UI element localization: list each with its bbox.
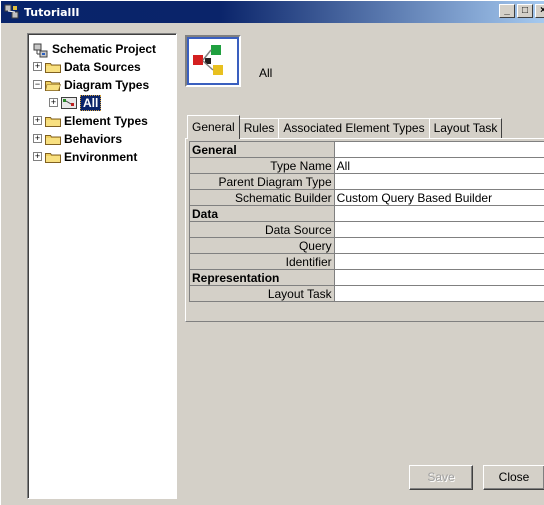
grid-row-query[interactable]: Query: [189, 237, 544, 254]
grid-section-row: Data: [189, 205, 544, 222]
property-key: Type Name: [189, 157, 335, 174]
main-window: TutorialII _ □ × Schematic Project + Dat…: [0, 0, 544, 505]
property-key: Layout Task: [189, 285, 335, 302]
tree-item-environment[interactable]: + Environment: [33, 148, 137, 165]
tree-item-diagram-types[interactable]: − Diagram Types: [33, 76, 149, 93]
section-header-data: Data: [189, 205, 335, 222]
expand-icon[interactable]: +: [33, 62, 42, 71]
tree-item-label: Environment: [64, 149, 138, 164]
folder-icon: [45, 134, 61, 145]
property-key: Data Source: [189, 221, 335, 238]
expand-icon[interactable]: +: [33, 152, 42, 161]
grid-row-layout-task[interactable]: Layout Task: [189, 285, 544, 302]
window-controls: _ □ ×: [499, 4, 544, 18]
open-folder-icon: [45, 80, 61, 91]
property-value-data-source[interactable]: [333, 221, 544, 238]
project-tree[interactable]: Schematic Project + Data Sources − Diagr…: [27, 33, 177, 499]
folder-icon: [45, 116, 61, 127]
property-tabs: General Rules Associated Element Types L…: [187, 115, 503, 139]
grid-row-identifier[interactable]: Identifier: [189, 253, 544, 270]
selected-type-name: All: [259, 66, 273, 80]
property-key: Schematic Builder: [189, 189, 335, 206]
property-value-identifier[interactable]: [333, 253, 544, 270]
tab-general[interactable]: General: [187, 115, 240, 139]
tab-content-general: General Type Name All Parent Diagram Typ…: [185, 138, 544, 322]
close-button[interactable]: Close: [483, 465, 544, 490]
property-value-parent-diagram-type[interactable]: [333, 173, 544, 190]
section-value-cell: [333, 141, 544, 158]
minimize-button[interactable]: _: [499, 4, 515, 18]
title-bar[interactable]: TutorialII _ □ ×: [1, 1, 544, 23]
tab-layout-task[interactable]: Layout Task: [428, 118, 503, 139]
tree-item-all[interactable]: + All: [49, 94, 102, 111]
section-header-representation: Representation: [189, 269, 335, 286]
section-value-cell: [333, 205, 544, 222]
grid-row-type-name[interactable]: Type Name All: [189, 157, 544, 174]
diagram-type-large-icon: [185, 35, 241, 87]
tree-item-data-sources[interactable]: + Data Sources: [33, 58, 141, 75]
grid-section-row: Representation: [189, 269, 544, 286]
close-window-button[interactable]: ×: [535, 4, 544, 18]
property-value-query[interactable]: [333, 237, 544, 254]
folder-icon: [45, 152, 61, 163]
diagram-type-icon: [61, 96, 77, 109]
folder-icon: [45, 62, 61, 73]
grid-section-row: General: [189, 141, 544, 158]
property-value-layout-task[interactable]: [333, 285, 544, 302]
tree-item-element-types[interactable]: + Element Types: [33, 112, 148, 129]
grid-row-data-source[interactable]: Data Source: [189, 221, 544, 238]
app-icon: [4, 4, 20, 20]
tree-item-label-selected: All: [80, 94, 102, 111]
tree-item-label: Behaviors: [64, 131, 123, 146]
tree-item-label: Element Types: [64, 113, 148, 128]
grid-row-schematic-builder[interactable]: Schematic Builder Custom Query Based Bui…: [189, 189, 544, 206]
tree-item-label: Data Sources: [64, 59, 141, 74]
property-key: Parent Diagram Type: [189, 173, 335, 190]
tree-item-label: Diagram Types: [64, 77, 150, 92]
expand-icon[interactable]: +: [33, 134, 42, 143]
section-header-general: General: [189, 141, 335, 158]
section-value-cell: [333, 269, 544, 286]
project-icon: [33, 43, 49, 57]
tab-associated-element-types[interactable]: Associated Element Types: [278, 118, 430, 139]
property-value-schematic-builder[interactable]: Custom Query Based Builder: [333, 189, 544, 206]
tree-root-schematic-project[interactable]: Schematic Project: [33, 40, 156, 57]
save-button[interactable]: Save: [409, 465, 473, 490]
properties-panel: All General Rules Associated Element Typ…: [185, 33, 544, 499]
expand-icon[interactable]: +: [49, 98, 58, 107]
tree-item-behaviors[interactable]: + Behaviors: [33, 130, 122, 147]
property-grid: General Type Name All Parent Diagram Typ…: [189, 141, 544, 302]
maximize-button[interactable]: □: [517, 4, 533, 18]
property-key: Query: [189, 237, 335, 254]
tree-root-label: Schematic Project: [52, 41, 157, 56]
grid-row-parent-diagram-type[interactable]: Parent Diagram Type: [189, 173, 544, 190]
expand-icon[interactable]: +: [33, 116, 42, 125]
collapse-icon[interactable]: −: [33, 80, 42, 89]
property-value-type-name[interactable]: All: [333, 157, 544, 174]
property-key: Identifier: [189, 253, 335, 270]
window-title: TutorialII: [24, 5, 80, 19]
tab-rules[interactable]: Rules: [238, 118, 280, 139]
